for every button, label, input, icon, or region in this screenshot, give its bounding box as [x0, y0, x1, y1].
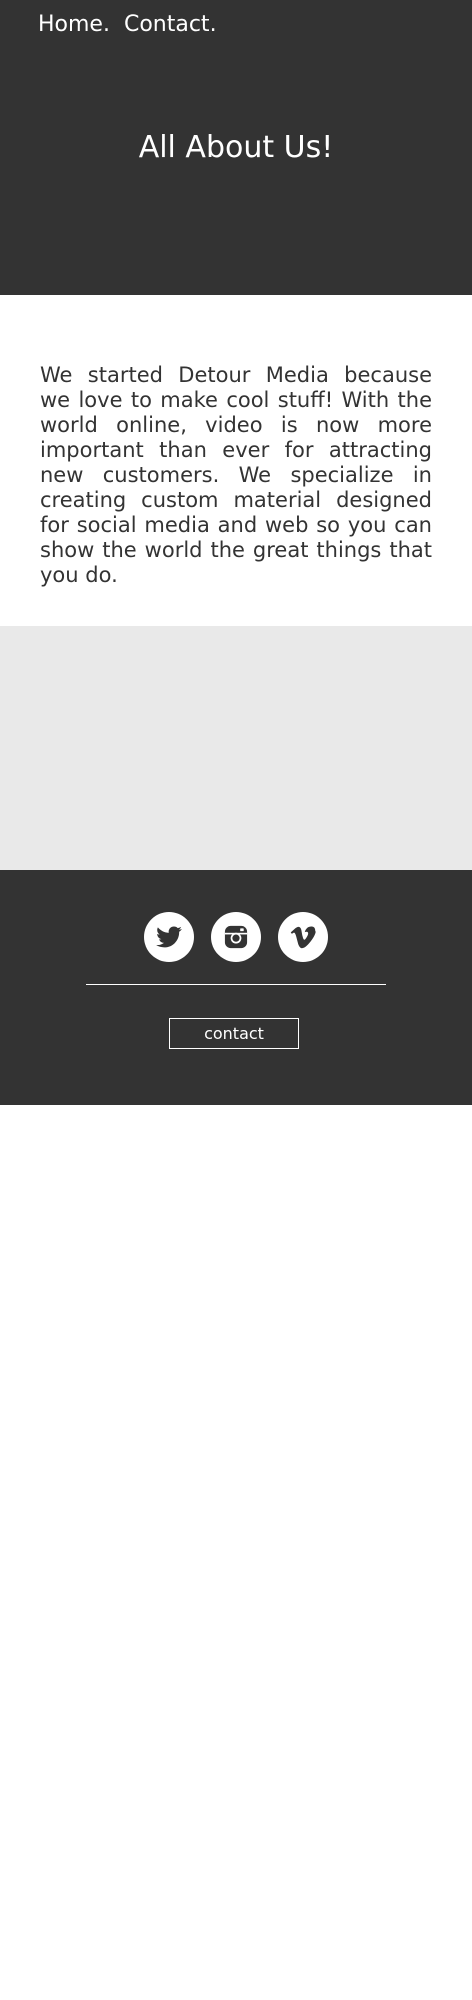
twitter-link[interactable]	[144, 912, 194, 962]
vimeo-link[interactable]	[278, 912, 328, 962]
nav-contact-link[interactable]: Contact.	[124, 12, 217, 37]
gray-band	[0, 626, 472, 870]
about-section: We started Detour Media because we love …	[0, 295, 472, 626]
vimeo-icon	[290, 926, 316, 949]
top-nav: Home. Contact.	[38, 12, 217, 37]
hero-section: Home. Contact. All About Us!	[0, 0, 472, 295]
contact-button[interactable]: contact	[169, 1018, 299, 1049]
footer: contact	[0, 870, 472, 1105]
twitter-icon	[156, 926, 182, 948]
instagram-icon	[224, 925, 248, 949]
footer-divider	[86, 984, 386, 985]
page-title: All About Us!	[138, 130, 334, 165]
instagram-link[interactable]	[211, 912, 261, 962]
nav-home-link[interactable]: Home.	[38, 12, 110, 37]
about-paragraph: We started Detour Media because we love …	[40, 363, 432, 587]
